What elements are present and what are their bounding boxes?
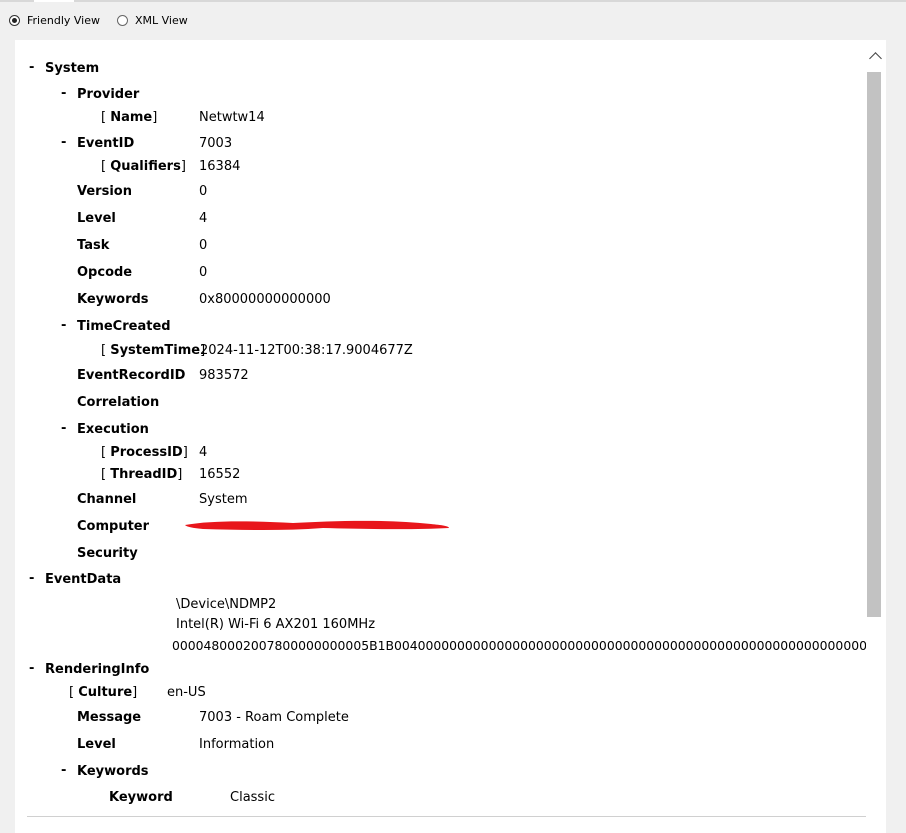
node-level: Level <box>77 211 116 226</box>
event-details-panel[interactable]: - System - Provider [ Name] Netwtw14 - E… <box>15 40 886 833</box>
xml-view-label: XML View <box>135 14 188 27</box>
scroll-up-arrow-icon[interactable] <box>869 52 882 65</box>
eventdata-line: \Device\NDMP2 <box>176 597 277 612</box>
collapse-toggle-execution[interactable]: - <box>61 421 66 436</box>
node-eventdata: EventData <box>45 572 122 587</box>
node-security: Security <box>77 546 138 561</box>
eventid-value: 7003 <box>199 136 233 151</box>
collapse-toggle-timecreated[interactable]: - <box>61 318 66 333</box>
attr-processid-value: 4 <box>199 445 208 460</box>
attr-name-label: Name <box>110 110 153 125</box>
attr-name-key: [ Name] <box>101 110 158 125</box>
node-eventrecordid: EventRecordID <box>77 368 186 383</box>
attr-qualifiers-value: 16384 <box>199 159 241 174</box>
node-system: System <box>45 61 100 76</box>
panel-divider <box>27 816 875 817</box>
channel-value: System <box>199 492 248 507</box>
keyword-value: Classic <box>230 790 275 805</box>
node-rendering-level: Level <box>77 737 116 752</box>
attr-culture-label: Culture <box>78 685 133 700</box>
collapse-toggle-eventdata[interactable]: - <box>29 571 34 586</box>
radio-unselected-icon <box>117 15 128 26</box>
node-keyword: Keyword <box>109 790 173 805</box>
xml-view-radio[interactable]: XML View <box>117 14 188 27</box>
eventrecordid-value: 983572 <box>199 368 249 383</box>
scroll-thumb[interactable] <box>867 72 881 617</box>
opcode-value: 0 <box>199 265 208 280</box>
attr-name-value: Netwtw14 <box>199 110 265 125</box>
attr-threadid-label: ThreadID <box>110 467 178 482</box>
level-value: 4 <box>199 211 208 226</box>
node-message: Message <box>77 710 142 725</box>
attr-systemtime-value: 2024-11-12T00:38:17.9004677Z <box>200 343 413 358</box>
vertical-scrollbar[interactable] <box>866 40 886 833</box>
node-correlation: Correlation <box>77 395 160 410</box>
node-channel: Channel <box>77 492 137 507</box>
top-border <box>0 0 906 2</box>
node-execution: Execution <box>77 422 149 437</box>
node-renderinginfo: RenderingInfo <box>45 662 150 677</box>
friendly-view-label: Friendly View <box>27 14 100 27</box>
message-value: 7003 - Roam Complete <box>199 710 349 725</box>
node-provider: Provider <box>77 87 140 102</box>
collapse-toggle-provider[interactable]: - <box>61 86 66 101</box>
attr-processid-label: ProcessID <box>110 445 183 460</box>
node-keywords: Keywords <box>77 292 149 307</box>
attr-qualifiers-key: [ Qualifiers] <box>101 159 186 174</box>
collapse-toggle-renderinginfo[interactable]: - <box>29 661 34 676</box>
node-eventid: EventID <box>77 136 135 151</box>
node-timecreated: TimeCreated <box>77 319 171 334</box>
attr-systemtime-label: SystemTime <box>110 343 201 358</box>
view-toggle-bar: Friendly View XML View <box>0 6 906 36</box>
collapse-toggle-eventid[interactable]: - <box>61 135 66 150</box>
rendering-level-value: Information <box>199 737 275 752</box>
attr-processid-key: [ ProcessID] <box>101 445 188 460</box>
keywords-value: 0x80000000000000 <box>199 292 331 307</box>
attr-qualifiers-label: Qualifiers <box>110 159 181 174</box>
attr-culture-value: en-US <box>167 685 206 700</box>
friendly-view-radio[interactable]: Friendly View <box>9 14 100 27</box>
attr-culture-key: [ Culture] <box>69 685 138 700</box>
node-task: Task <box>77 238 110 253</box>
computer-value-redaction <box>185 520 449 530</box>
collapse-toggle-system[interactable]: - <box>29 60 34 75</box>
eventdata-line: Intel(R) Wi-Fi 6 AX201 160MHz <box>176 617 376 632</box>
attr-threadid-value: 16552 <box>199 467 241 482</box>
node-opcode: Opcode <box>77 265 133 280</box>
task-value: 0 <box>199 238 208 253</box>
node-version: Version <box>77 184 132 199</box>
collapse-toggle-rendering-keywords[interactable]: - <box>61 763 66 778</box>
version-value: 0 <box>199 184 208 199</box>
attr-threadid-key: [ ThreadID] <box>101 467 183 482</box>
node-computer: Computer <box>77 519 150 534</box>
radio-selected-icon <box>9 15 20 26</box>
node-rendering-keywords: Keywords <box>77 764 149 779</box>
active-tab-edge <box>34 0 74 2</box>
attr-systemtime-key: [ SystemTime] <box>101 343 206 358</box>
eventdata-line: 0000480002007800000000005B1B004000000000… <box>172 638 867 653</box>
